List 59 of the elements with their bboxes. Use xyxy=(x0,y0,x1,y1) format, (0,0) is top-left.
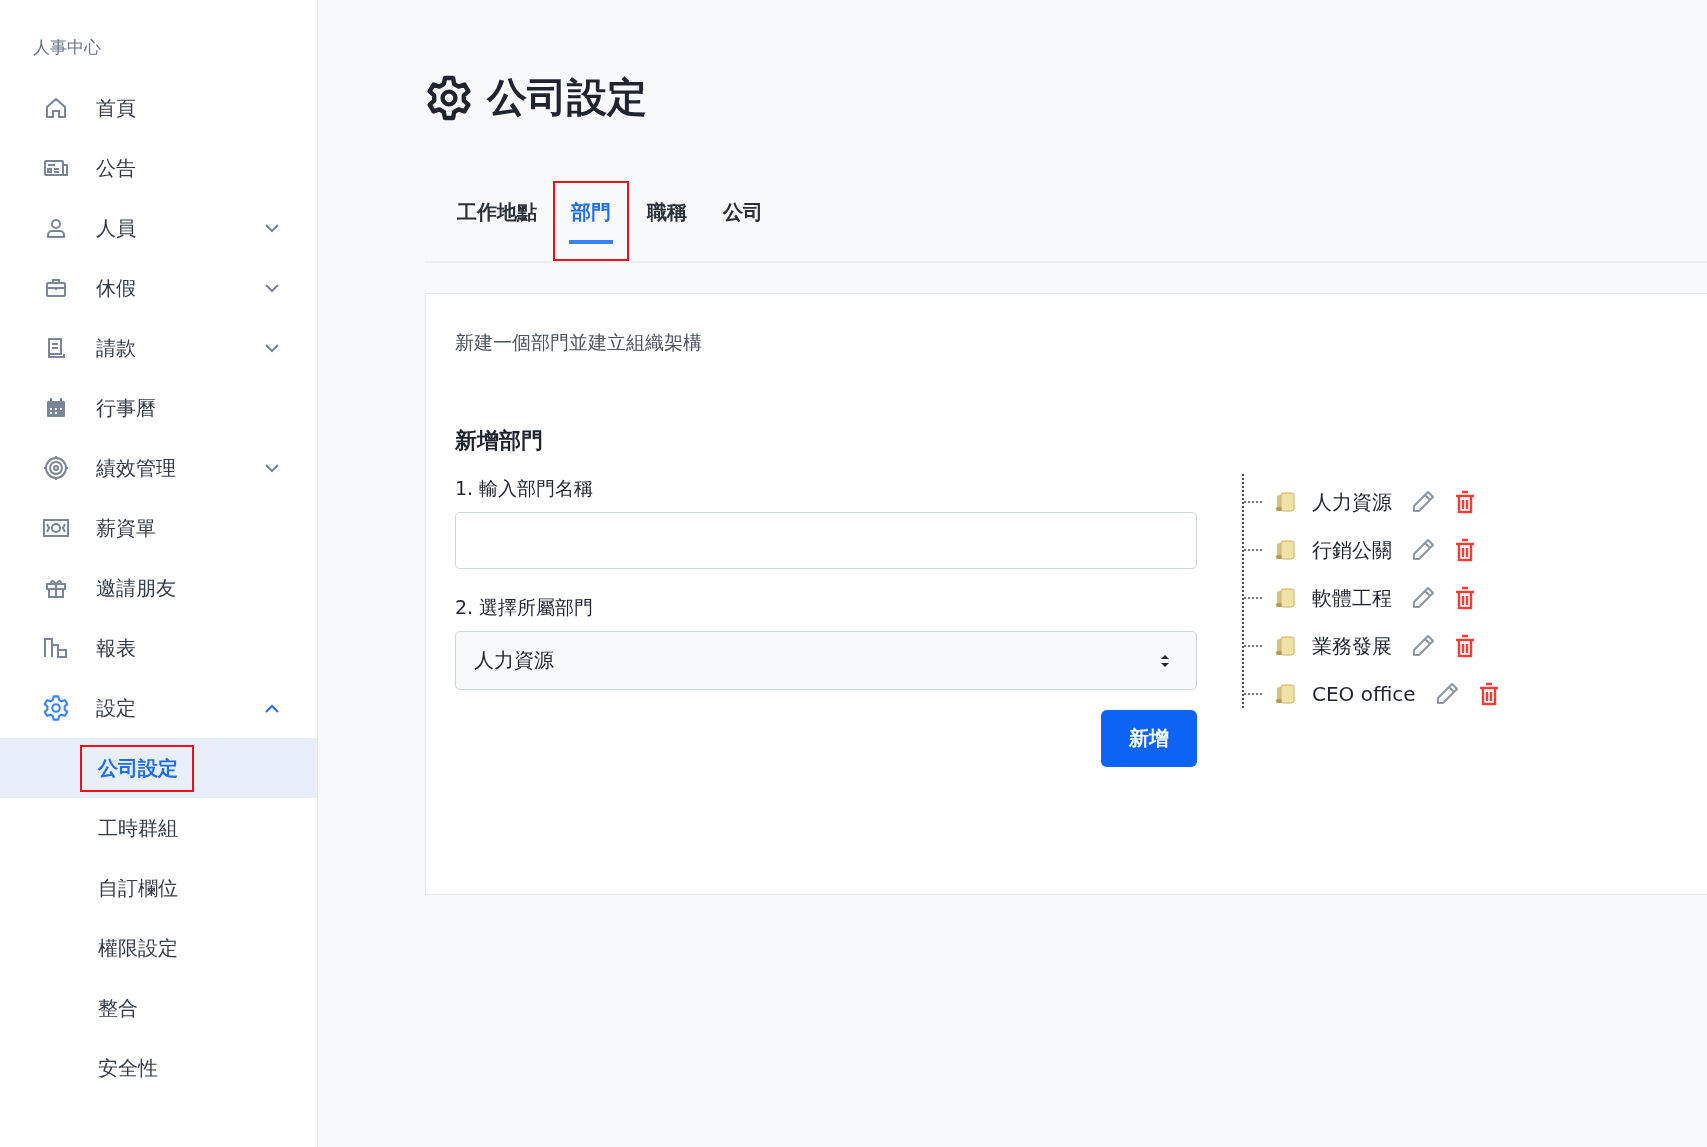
target-icon xyxy=(43,455,69,481)
sort-arrows-icon xyxy=(1160,652,1170,669)
department-name: CEO office xyxy=(1312,682,1416,706)
folder-icon xyxy=(1274,683,1296,705)
edit-icon[interactable] xyxy=(1410,585,1436,611)
sidebar-subitem[interactable]: 自訂欄位 xyxy=(80,864,194,912)
sidebar-item[interactable]: 行事曆 xyxy=(0,378,317,438)
edit-icon[interactable] xyxy=(1410,633,1436,659)
edit-icon[interactable] xyxy=(1410,537,1436,563)
person-icon xyxy=(44,216,68,240)
edit-icon[interactable] xyxy=(1410,489,1436,515)
delete-icon[interactable] xyxy=(1454,490,1476,514)
sidebar-item[interactable]: 休假 xyxy=(0,258,317,318)
tab[interactable]: 工作地點 xyxy=(441,181,553,261)
field-label: 1. 輸入部門名稱 xyxy=(455,476,595,501)
home-icon xyxy=(44,96,68,120)
sidebar-item[interactable]: 請款 xyxy=(0,318,317,378)
sidebar-item[interactable]: 首頁 xyxy=(0,78,317,138)
folder-icon xyxy=(1274,539,1296,561)
sidebar-item[interactable]: 薪資單 xyxy=(0,498,317,558)
delete-icon[interactable] xyxy=(1454,586,1476,610)
chart-icon xyxy=(42,636,70,660)
sidebar-item[interactable]: 績效管理 xyxy=(0,438,317,498)
sidebar-item[interactable]: 公告 xyxy=(0,138,317,198)
sidebar-item[interactable]: 報表 xyxy=(0,618,317,678)
sidebar-subitem[interactable]: 整合 xyxy=(80,984,154,1032)
input-field[interactable] xyxy=(455,512,1197,569)
delete-icon[interactable] xyxy=(1454,538,1476,562)
tab[interactable]: 部門 xyxy=(553,181,629,261)
delete-icon[interactable] xyxy=(1477,682,1500,706)
tab[interactable]: 公司 xyxy=(705,181,781,261)
sidebar-subitem[interactable]: 公司設定 xyxy=(80,744,194,792)
field-label: 2. 選擇所屬部門 xyxy=(455,595,595,620)
add-button[interactable]: 新增 xyxy=(1101,710,1197,767)
department-name: 人力資源 xyxy=(1312,488,1392,516)
calendar-icon xyxy=(44,396,68,420)
department-name: 行銷公關 xyxy=(1312,536,1392,564)
sidebar-subitem[interactable]: 安全性 xyxy=(80,1044,174,1092)
department-name: 業務發展 xyxy=(1312,632,1392,660)
sidebar-item[interactable]: 邀請朋友 xyxy=(0,558,317,618)
page-title: 公司設定 xyxy=(487,73,647,122)
form-heading: 新增部門 xyxy=(455,427,544,455)
sidebar-subitem[interactable]: 工時群組 xyxy=(80,804,194,852)
settings-icon xyxy=(425,73,473,122)
sidebar-item[interactable]: 人員 xyxy=(0,198,317,258)
settings-icon xyxy=(42,694,70,722)
sidebar-item[interactable]: 設定 xyxy=(0,678,317,738)
department-name: 軟體工程 xyxy=(1312,584,1392,612)
sidebar-subitem[interactable]: 權限設定 xyxy=(80,924,194,972)
folder-icon xyxy=(1274,491,1296,513)
folder-icon xyxy=(1274,635,1296,657)
folder-icon xyxy=(1274,587,1296,609)
briefcase-icon xyxy=(44,276,68,300)
select-field[interactable]: 人力資源 xyxy=(455,631,1197,690)
delete-icon[interactable] xyxy=(1454,634,1476,658)
description-text: 新建一個部門並建立組織架構 xyxy=(455,330,703,355)
sidebar-title: 人事中心 xyxy=(32,36,102,59)
banknote-icon xyxy=(42,517,70,539)
tab[interactable]: 職稱 xyxy=(629,181,705,261)
